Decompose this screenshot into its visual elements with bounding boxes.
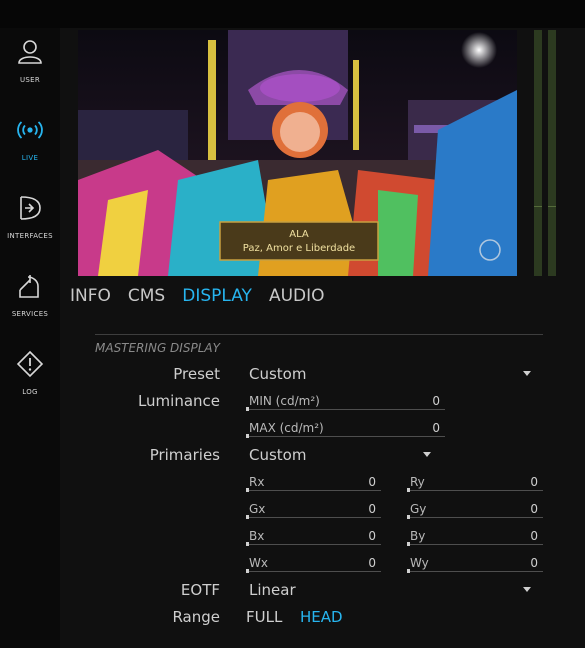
eotf-select[interactable]: Linear (249, 581, 531, 601)
sidebar-item-interfaces[interactable]: INTERFACES (0, 194, 60, 240)
range-full-option[interactable]: FULL (246, 608, 282, 626)
wx-field[interactable]: Wx 0 (246, 554, 381, 573)
luminance-min-value: 0 (432, 394, 440, 408)
sidebar-item-label: INTERFACES (7, 232, 53, 240)
gx-label: Gx (249, 502, 266, 516)
eotf-label: EOTF (180, 581, 220, 599)
luminance-max-value: 0 (432, 421, 440, 435)
tab-bar: INFO CMS DISPLAY AUDIO (70, 286, 325, 306)
field-handle (246, 488, 249, 492)
wy-field[interactable]: Wy 0 (407, 554, 543, 573)
by-field[interactable]: By 0 (407, 527, 543, 546)
user-icon (18, 40, 42, 64)
rx-label: Rx (249, 475, 265, 489)
preset-select[interactable]: Custom (249, 365, 531, 385)
primaries-select[interactable]: Custom (249, 446, 431, 466)
tab-cms[interactable]: CMS (128, 286, 165, 306)
field-handle (407, 569, 410, 573)
luminance-max-label: MAX (cd/m²) (249, 421, 324, 435)
services-icon (19, 275, 39, 298)
field-handle (246, 515, 249, 519)
sidebar-item-label: LIVE (21, 154, 39, 162)
gy-value: 0 (530, 502, 538, 516)
sidebar-item-user[interactable]: USER (0, 38, 60, 84)
sidebar-item-live[interactable]: LIVE (0, 116, 60, 162)
bx-field[interactable]: Bx 0 (246, 527, 381, 546)
interfaces-icon (20, 196, 41, 220)
chevron-down-icon (423, 452, 431, 457)
field-handle (246, 407, 249, 411)
section-divider (95, 334, 543, 335)
rx-field[interactable]: Rx 0 (246, 473, 381, 492)
range-head-option[interactable]: HEAD (300, 608, 343, 626)
gy-field[interactable]: Gy 0 (407, 500, 543, 519)
gx-value: 0 (368, 502, 376, 516)
luminance-min-field[interactable]: MIN (cd/m²) 0 (246, 392, 445, 411)
sidebar-item-log[interactable]: LOG (0, 350, 60, 396)
sidebar-item-label: LOG (22, 388, 38, 396)
main-panel: ALA Paz, Amor e Liberdade INFO CMS DISPL… (60, 28, 585, 648)
field-handle (246, 542, 249, 546)
tab-display[interactable]: DISPLAY (182, 286, 252, 306)
carnival-preview-image: ALA Paz, Amor e Liberdade (78, 30, 517, 276)
chevron-down-icon (523, 587, 531, 592)
live-broadcast-icon (17, 121, 43, 139)
luminance-label: Luminance (137, 392, 220, 410)
luminance-min-label: MIN (cd/m²) (249, 394, 320, 408)
preset-value: Custom (249, 365, 307, 383)
primaries-label: Primaries (149, 446, 220, 464)
by-label: By (410, 529, 426, 543)
field-handle (246, 569, 249, 573)
bx-label: Bx (249, 529, 265, 543)
audio-level-meter-right (548, 30, 556, 276)
wx-value: 0 (368, 556, 376, 570)
sidebar-nav: USER LIVE INTERFACES SERVICES LOG (0, 28, 60, 648)
ry-label: Ry (410, 475, 425, 489)
range-label: Range (172, 608, 220, 626)
eotf-value: Linear (249, 581, 296, 599)
ry-value: 0 (530, 475, 538, 489)
caption-line-1: ALA (289, 229, 309, 240)
field-handle (407, 542, 410, 546)
gx-field[interactable]: Gx 0 (246, 500, 381, 519)
tab-audio[interactable]: AUDIO (269, 286, 325, 306)
wy-label: Wy (410, 556, 429, 570)
primaries-value: Custom (249, 446, 307, 464)
caption-line-2: Paz, Amor e Liberdade (243, 243, 355, 254)
field-handle (407, 515, 410, 519)
ry-field[interactable]: Ry 0 (407, 473, 543, 492)
chevron-down-icon (523, 371, 531, 376)
video-preview: ALA Paz, Amor e Liberdade (78, 30, 517, 276)
sidebar-item-services[interactable]: SERVICES (0, 272, 60, 318)
wx-label: Wx (249, 556, 268, 570)
section-title: MASTERING DISPLAY (95, 341, 220, 355)
audio-level-meter-left (534, 30, 542, 276)
log-warning-icon (16, 350, 44, 378)
top-bar (0, 0, 585, 28)
luminance-max-field[interactable]: MAX (cd/m²) 0 (246, 419, 445, 438)
rx-value: 0 (368, 475, 376, 489)
tab-info[interactable]: INFO (70, 286, 111, 306)
by-value: 0 (530, 529, 538, 543)
gy-label: Gy (410, 502, 427, 516)
sidebar-item-label: SERVICES (11, 310, 49, 318)
wy-value: 0 (530, 556, 538, 570)
preset-label: Preset (173, 365, 220, 383)
field-handle (246, 434, 249, 438)
field-handle (407, 488, 410, 492)
bx-value: 0 (368, 529, 376, 543)
sidebar-item-label: USER (19, 76, 41, 84)
